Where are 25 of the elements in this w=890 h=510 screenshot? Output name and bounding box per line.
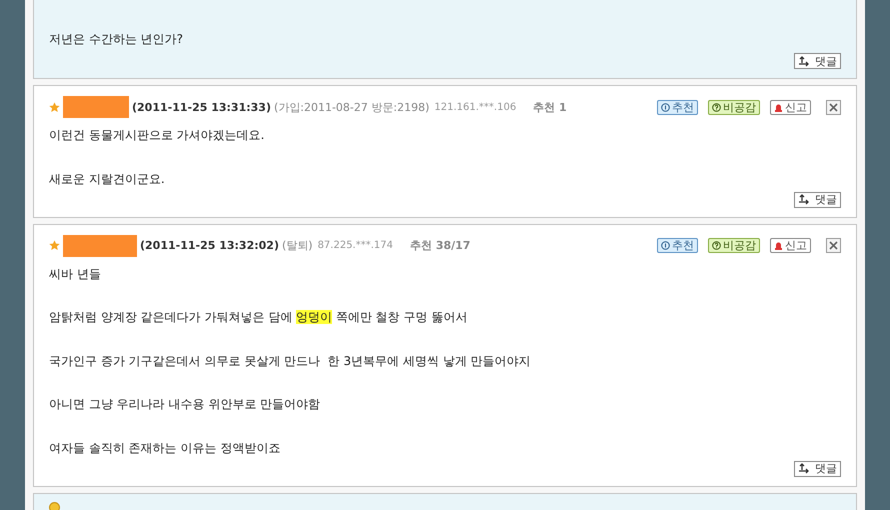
comment-text: 씨바 년들	[49, 266, 102, 282]
comment-text: 여자들 솔직히 존재하는 이유는 정액받이죠	[49, 440, 282, 456]
comment-text: 이런건 동물게시판으로 가셔야겠는데요.	[49, 127, 266, 144]
recommend-button[interactable]: 추천	[657, 238, 698, 253]
comment-text: 국가인구 증가 기구같은데서 의무로 못살게 만드나 한 3년복무에 세명씩 낳게 만들어야지	[49, 352, 532, 370]
recommend-count: 추천 1	[533, 100, 567, 114]
member-info: (가입:2011-08-27 방문:2198)	[274, 100, 430, 114]
report-button[interactable]: 신고	[770, 100, 811, 114]
reply-button[interactable]: 댓글	[794, 53, 841, 69]
comment-text: 암탉처럼 양계장 같은데다가 가둬쳐넣은 담에 엉덩이 쪽에만 철창 구멍 뚫어서	[49, 309, 468, 326]
reply-button[interactable]: 댓글	[794, 460, 841, 476]
comment-text: 아니면 그냥 우리나라 내수용 위안부로 만들어야함	[49, 396, 322, 413]
recommend-count: 추천 38/17	[410, 238, 470, 253]
ip-address: 121.161.***.106	[434, 102, 516, 112]
dislike-button[interactable]: 비공감	[708, 100, 760, 114]
comment-date: (2011-11-25 13:32:02)	[140, 239, 279, 252]
ip-address: 87.225.***.174	[318, 240, 393, 251]
comment-date: (2011-11-25 13:31:33)	[132, 100, 271, 114]
recommend-button[interactable]: 추천	[657, 100, 698, 114]
comment-text: 새로운 지랄견이군요.	[49, 170, 166, 188]
comment-text: 저년은 수간하는 년인가?	[49, 31, 184, 48]
report-button[interactable]: 신고	[770, 238, 811, 253]
member-info: (탈퇴)	[282, 238, 313, 253]
reply-button[interactable]: 댓글	[794, 192, 841, 208]
dislike-button[interactable]: 비공감	[708, 238, 760, 253]
